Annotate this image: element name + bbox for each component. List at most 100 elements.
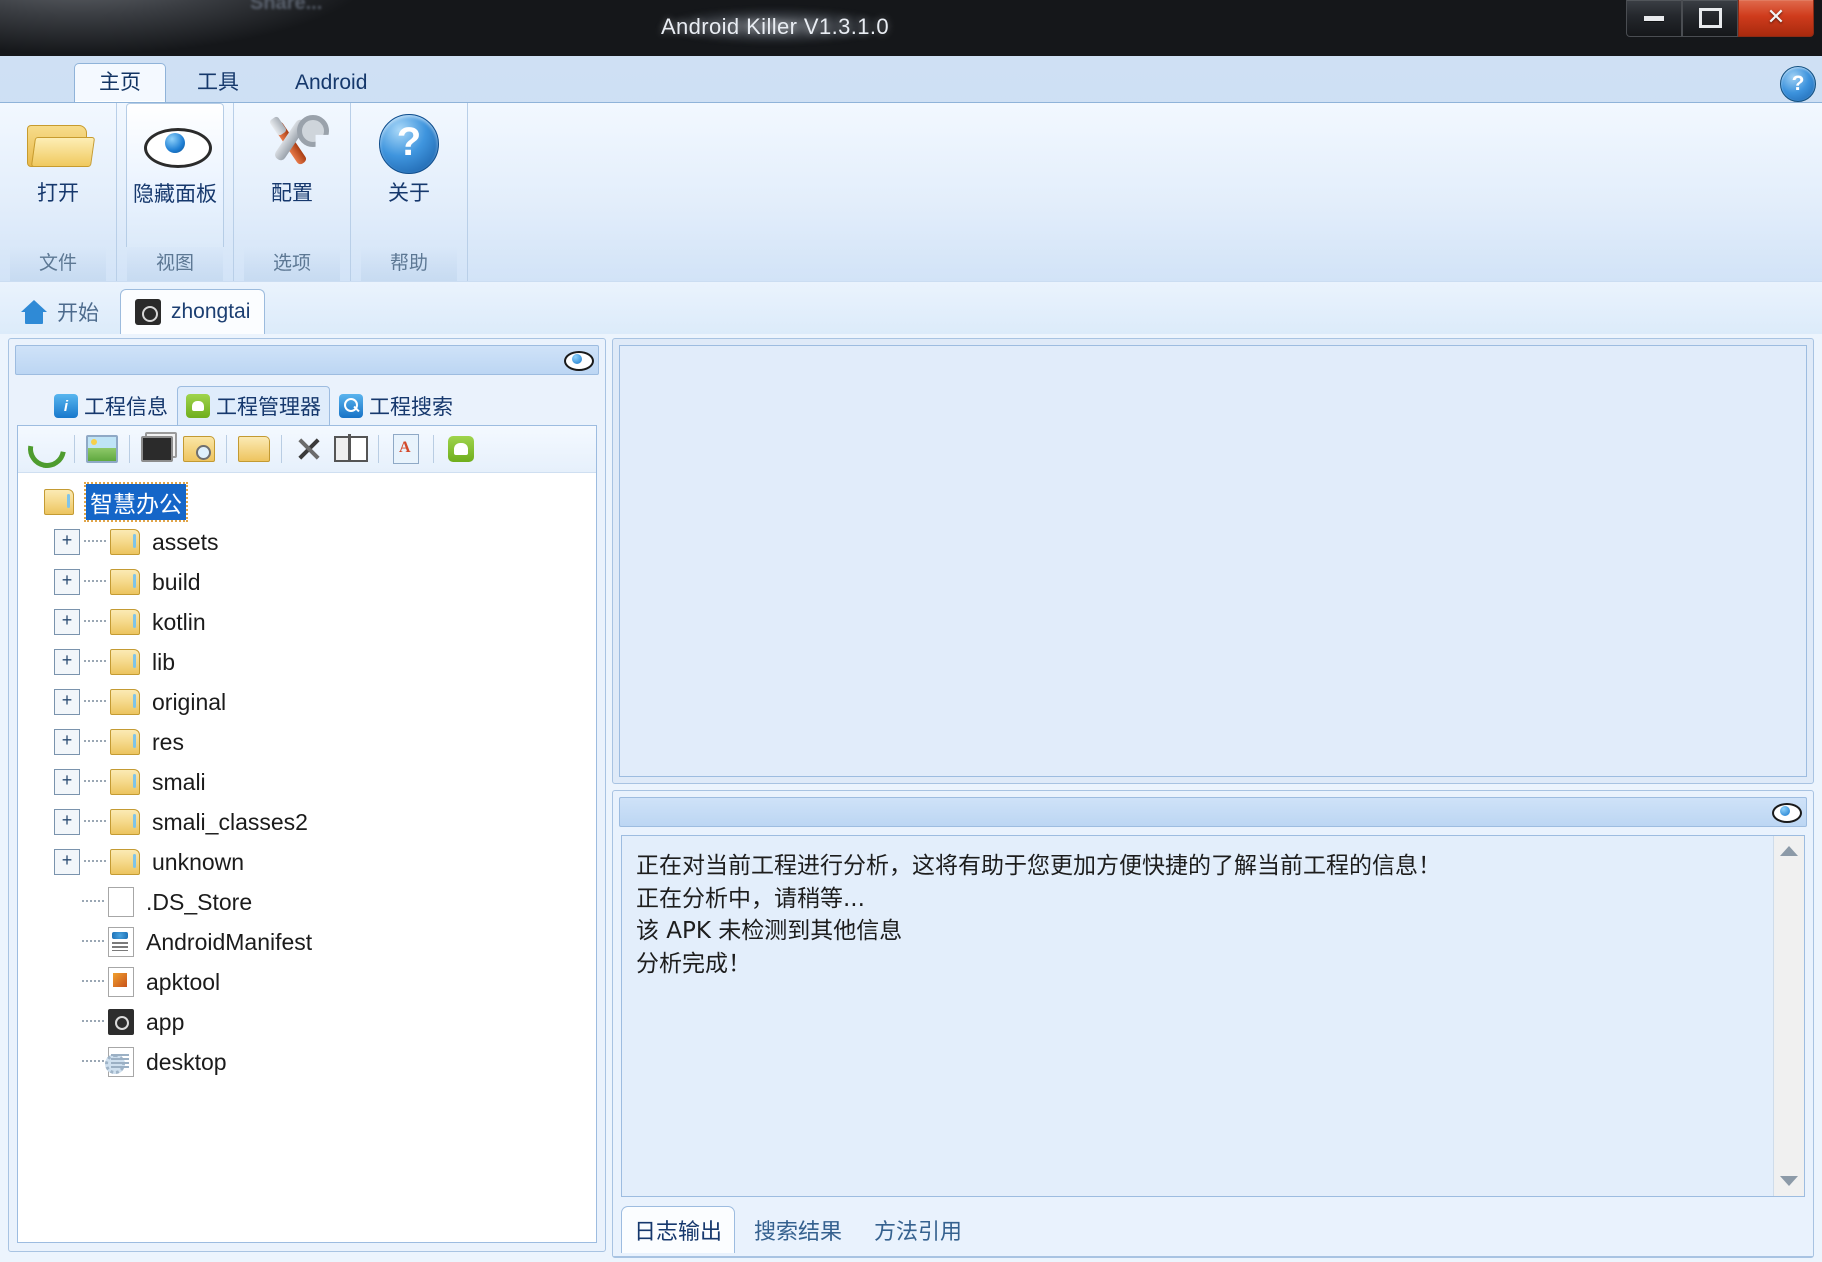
tree-row[interactable]: .DS_Store: [36, 882, 596, 922]
tree-connector: [84, 660, 106, 664]
toolbar-separator: [433, 435, 434, 463]
tree-row[interactable]: + smali: [36, 762, 596, 802]
android-icon[interactable]: [440, 430, 482, 468]
ribbon-tab-tools[interactable]: 工具: [172, 63, 264, 102]
project-tree[interactable]: 智慧办公 + assets + build + kotlin + lib + o…: [18, 472, 596, 1242]
expand-toggle-icon[interactable]: +: [54, 769, 80, 795]
tree-item-label: desktop: [146, 1048, 227, 1075]
folder-icon: [44, 489, 74, 515]
tree-row[interactable]: + lib: [36, 642, 596, 682]
tree-row[interactable]: + original: [36, 682, 596, 722]
expand-toggle-icon[interactable]: +: [54, 689, 80, 715]
config-button[interactable]: 配置: [244, 103, 340, 247]
hide-panel-button[interactable]: 隐藏面板: [126, 103, 224, 247]
expand-toggle-icon[interactable]: +: [54, 649, 80, 675]
tree-connector: [84, 700, 106, 704]
scissors-icon[interactable]: [288, 430, 330, 468]
tree-connector: [84, 820, 106, 824]
ribbon-body: 打开 文件 隐藏面板 视图 配置 选项 ? 关于 帮助: [0, 102, 1822, 281]
expand-toggle-icon[interactable]: +: [54, 569, 80, 595]
tab-project-info[interactable]: i 工程信息: [45, 386, 177, 425]
expand-toggle-icon[interactable]: +: [54, 529, 80, 555]
toolbar-separator: [129, 435, 130, 463]
tree-connector: [84, 740, 106, 744]
log-output-text: 正在对当前工程进行分析，这将有助于您更加方便快捷的了解当前工程的信息！ 正在分析…: [636, 853, 1441, 977]
expand-toggle-icon[interactable]: +: [54, 729, 80, 755]
tree-row[interactable]: + smali_classes2: [36, 802, 596, 842]
tab-project-manager-label: 工程管理器: [216, 396, 321, 419]
tree-row[interactable]: apktool: [36, 962, 596, 1002]
image-icon[interactable]: [81, 430, 123, 468]
help-icon[interactable]: ?: [1780, 66, 1816, 102]
tree-row[interactable]: + build: [36, 562, 596, 602]
tree-connector: [84, 580, 106, 584]
tree-item-label: res: [152, 728, 184, 755]
ribbon: 主页 工具 Android 打开 文件 隐藏面板 视图 配置 选项 ? 关于 帮…: [0, 56, 1822, 283]
log-output-box: 正在对当前工程进行分析，这将有助于您更加方便快捷的了解当前工程的信息！ 正在分析…: [621, 835, 1805, 1197]
home-icon: [21, 300, 47, 324]
ribbon-group-file: 打开 文件: [0, 103, 117, 281]
search-icon: [339, 394, 363, 418]
ribbon-group-view: 隐藏面板 视图: [117, 103, 234, 281]
about-button[interactable]: ? 关于: [361, 103, 457, 247]
document-tab-strip: 开始 zhongtai: [0, 282, 1822, 335]
ribbon-tab-android[interactable]: Android: [270, 63, 392, 102]
eye-icon: [144, 114, 212, 176]
close-icon: ✕: [1766, 5, 1786, 30]
tab-zhongtai-label: zhongtai: [171, 300, 251, 323]
ribbon-group-options: 配置 选项: [234, 103, 351, 281]
open-button[interactable]: 打开: [10, 103, 106, 247]
refresh-icon[interactable]: [20, 422, 74, 476]
maximize-button[interactable]: [1682, 0, 1738, 37]
tree-row[interactable]: desktop: [36, 1042, 596, 1082]
tab-log-output[interactable]: 日志输出: [621, 1206, 736, 1253]
tree-row[interactable]: AndroidManifest: [36, 922, 596, 962]
tree-row[interactable]: app: [36, 1002, 596, 1042]
folder-icon[interactable]: [233, 430, 275, 468]
expand-toggle-icon[interactable]: +: [54, 849, 80, 875]
tab-search-results[interactable]: 搜索结果: [741, 1206, 855, 1253]
project-panel-tabs: i 工程信息 工程管理器 工程搜索: [45, 383, 605, 425]
collapse-icon[interactable]: [330, 430, 372, 468]
tab-zhongtai[interactable]: zhongtai: [120, 289, 266, 334]
tab-project-search[interactable]: 工程搜索: [330, 386, 462, 425]
ribbon-group-view-label: 视图: [127, 247, 223, 281]
expand-toggle-icon[interactable]: +: [54, 809, 80, 835]
editor-surface[interactable]: [619, 345, 1807, 777]
output-tab-strip: 日志输出 搜索结果 方法引用: [621, 1201, 981, 1253]
window-controls: ✕: [1626, 0, 1814, 38]
ini-file-icon: [105, 1047, 134, 1077]
log-scrollbar[interactable]: [1773, 836, 1804, 1196]
yml-file-icon: [108, 967, 134, 997]
scroll-down-icon[interactable]: [1774, 1166, 1804, 1196]
tree-row[interactable]: 智慧办公: [36, 482, 596, 522]
config-button-label: 配置: [271, 182, 313, 205]
minimize-button[interactable]: [1626, 0, 1682, 37]
eye-icon[interactable]: [564, 351, 594, 371]
tab-start[interactable]: 开始: [6, 289, 114, 334]
eye-icon[interactable]: [1772, 803, 1802, 823]
ribbon-group-options-label: 选项: [244, 247, 340, 281]
tab-method-references[interactable]: 方法引用: [861, 1206, 975, 1253]
tree-item-label: smali: [152, 768, 206, 795]
project-panel: i 工程信息 工程管理器 工程搜索 A 智慧办公 + assets + buil…: [8, 338, 606, 1252]
tree-row[interactable]: + kotlin: [36, 602, 596, 642]
tree-row[interactable]: + unknown: [36, 842, 596, 882]
scroll-up-icon[interactable]: [1774, 836, 1804, 866]
toolbar-separator: [378, 435, 379, 463]
output-panel: 正在对当前工程进行分析，这将有助于您更加方便快捷的了解当前工程的信息！ 正在分析…: [612, 790, 1814, 1258]
screen-icon[interactable]: [136, 430, 178, 468]
folder-search-icon[interactable]: [178, 430, 220, 468]
android-icon: [186, 394, 210, 418]
tree-row[interactable]: + assets: [36, 522, 596, 562]
folder-icon: [110, 729, 140, 755]
document-a-icon[interactable]: [385, 430, 427, 468]
tab-project-manager[interactable]: 工程管理器: [177, 386, 330, 425]
ribbon-tab-home[interactable]: 主页: [74, 63, 166, 102]
expand-toggle-icon[interactable]: +: [54, 609, 80, 635]
close-button[interactable]: ✕: [1738, 0, 1814, 37]
tree-row[interactable]: + res: [36, 722, 596, 762]
panel-divider: [613, 1256, 1813, 1257]
toolbar-separator: [74, 435, 75, 463]
